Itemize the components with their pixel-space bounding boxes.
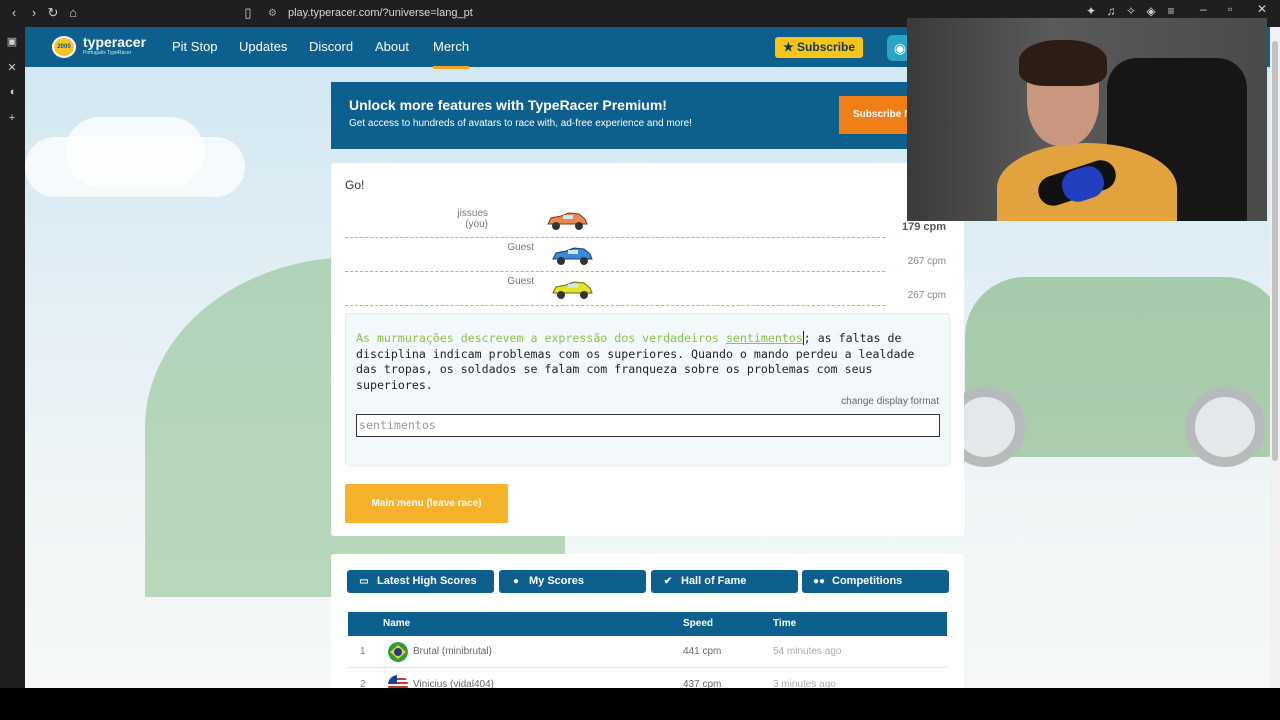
music-icon[interactable]: ♫ [1104, 4, 1118, 18]
tab-label: Hall of Fame [681, 575, 747, 587]
url-text: play.typeracer.com/?universe=lang_pt [288, 7, 473, 19]
change-display-format-link[interactable]: change display format [841, 396, 939, 407]
premium-description: Get access to hundreds of avatars to rac… [349, 118, 692, 129]
restore-icon[interactable]: ▫ [1228, 2, 1232, 16]
forward-icon[interactable]: › [26, 5, 42, 21]
add-panel-icon[interactable]: + [5, 111, 19, 125]
home-icon[interactable]: ⌂ [65, 5, 81, 21]
taskbar-area [0, 688, 1280, 720]
bg-car-illustration [945, 277, 1270, 467]
usa-flag-icon [388, 675, 408, 688]
tab-label: Latest High Scores [377, 575, 477, 587]
premium-banner: Unlock more features with TypeRacer Prem… [331, 82, 921, 149]
sidebar-close-icon[interactable]: ✕ [5, 61, 19, 75]
racer-you-label: (you) [465, 219, 488, 230]
racer-car [552, 281, 594, 299]
users-icon: ●● [812, 576, 826, 587]
tab-label: My Scores [529, 575, 585, 587]
table-row[interactable]: 1 Brutal (minibrutal) 441 cpm 54 minutes… [348, 636, 947, 668]
col-name: Name [383, 618, 411, 629]
scores-panel: ▭ Latest High Scores ● My Scores ✔ Hall of … [331, 554, 964, 688]
back-icon[interactable]: ‹ [6, 5, 22, 21]
page-scrollbar[interactable] [1270, 27, 1280, 688]
racer-name: jissues (you) [428, 208, 488, 230]
brazil-flag-icon [388, 642, 408, 662]
row-time: 3 minutes ago [773, 679, 836, 688]
racer-username: jissues [457, 208, 488, 219]
bg-cloud [65, 117, 205, 187]
tab-latest-high-scores[interactable]: ▭ Latest High Scores [347, 570, 494, 593]
racer-name: Guest [507, 276, 534, 287]
col-speed: Speed [683, 618, 714, 629]
racer-name: Guest [507, 242, 534, 253]
shield-icon[interactable]: ◈ [1144, 4, 1158, 18]
typeracer-logo[interactable]: 2000 typeracer Português TypeRacer [52, 34, 146, 60]
passage-typed: As murmurações descrevem a expressão dos… [356, 331, 726, 345]
race-status: Go! [345, 178, 365, 192]
tab-competitions[interactable]: ●● Competitions [802, 570, 949, 593]
row-speed: 441 cpm [683, 646, 722, 657]
address-bar[interactable]: ⚙ play.typeracer.com/?universe=lang_pt [262, 4, 982, 23]
scrollbar-thumb[interactable] [1272, 41, 1278, 461]
close-window-icon[interactable]: ✕ [1257, 2, 1267, 16]
nav-about[interactable]: About [375, 39, 409, 54]
nav-discord[interactable]: Discord [309, 39, 353, 54]
ai-icon[interactable]: ✧ [1124, 4, 1138, 18]
subscribe-button[interactable]: ★ Subscribe [775, 37, 863, 58]
typing-area: As murmurações descrevem a expressão dos… [345, 313, 950, 466]
col-time: Time [773, 618, 797, 629]
tab-label: Competitions [832, 575, 903, 587]
race-panel: Go! jissues (you) 179 cpm Guest 267 cpm … [331, 163, 964, 536]
race-lane [345, 237, 885, 238]
minimize-icon[interactable]: – [1200, 2, 1207, 16]
person-hair [1019, 40, 1107, 86]
scores-table-header: Name Speed Time [348, 612, 947, 636]
reload-icon[interactable]: ↻ [45, 5, 61, 21]
table-row[interactable]: 2 Vinicius (vidal404) 437 cpm 3 minutes … [348, 669, 947, 688]
site-info-icon[interactable]: ⚙ [268, 4, 277, 23]
race-lane [345, 305, 885, 306]
menu-icon[interactable]: ≡ [1164, 4, 1178, 18]
racer-speed: 267 cpm [907, 256, 946, 267]
row-speed: 437 cpm [683, 679, 722, 688]
logo-badge: 2000 [52, 36, 76, 58]
logo-subtitle: Português TypeRacer [83, 50, 132, 56]
race-passage: As murmurações descrevem a expressão dos… [356, 331, 941, 393]
thumbs-up-icon: ✔ [663, 576, 673, 587]
nav-updates[interactable]: Updates [239, 39, 287, 54]
nav-pit-stop[interactable]: Pit Stop [172, 39, 218, 54]
tab-hall-of-fame[interactable]: ✔ Hall of Fame [651, 570, 798, 593]
racer-car [552, 247, 594, 265]
sidebar-panel-icon[interactable]: ▣ [5, 35, 19, 49]
row-time: 54 minutes ago [773, 646, 842, 657]
sidebar: ▣ ✕ ◖ + [0, 27, 25, 688]
audio-icon[interactable]: ◖ [5, 85, 19, 99]
premium-title: Unlock more features with TypeRacer Prem… [349, 97, 667, 113]
bookmark-icon[interactable]: ▯ [240, 5, 256, 21]
row-rank: 2 [360, 679, 366, 688]
logo-name: typeracer [83, 34, 147, 50]
race-lane [345, 271, 885, 272]
passage-current-word: sentimentos [725, 331, 803, 345]
typing-input[interactable]: sentimentos [356, 414, 940, 437]
row-rank: 1 [360, 646, 366, 657]
racer-car [547, 212, 588, 230]
monitor-icon: ▭ [359, 576, 369, 587]
extensions-icon[interactable]: ✦ [1084, 4, 1098, 18]
row-name[interactable]: Vinicius (vidal404) [413, 679, 494, 688]
racer-speed: 179 cpm [901, 221, 946, 233]
leave-race-button[interactable]: Main menu (leave race) [345, 484, 508, 523]
bg-wheel [1185, 387, 1265, 467]
tab-my-scores[interactable]: ● My Scores [499, 570, 646, 593]
nav-merch[interactable]: Merch [433, 39, 470, 69]
racer-speed: 267 cpm [907, 290, 946, 301]
user-icon: ● [512, 576, 520, 587]
webcam-overlay [907, 18, 1267, 221]
row-name[interactable]: Brutal (minibrutal) [413, 646, 492, 657]
